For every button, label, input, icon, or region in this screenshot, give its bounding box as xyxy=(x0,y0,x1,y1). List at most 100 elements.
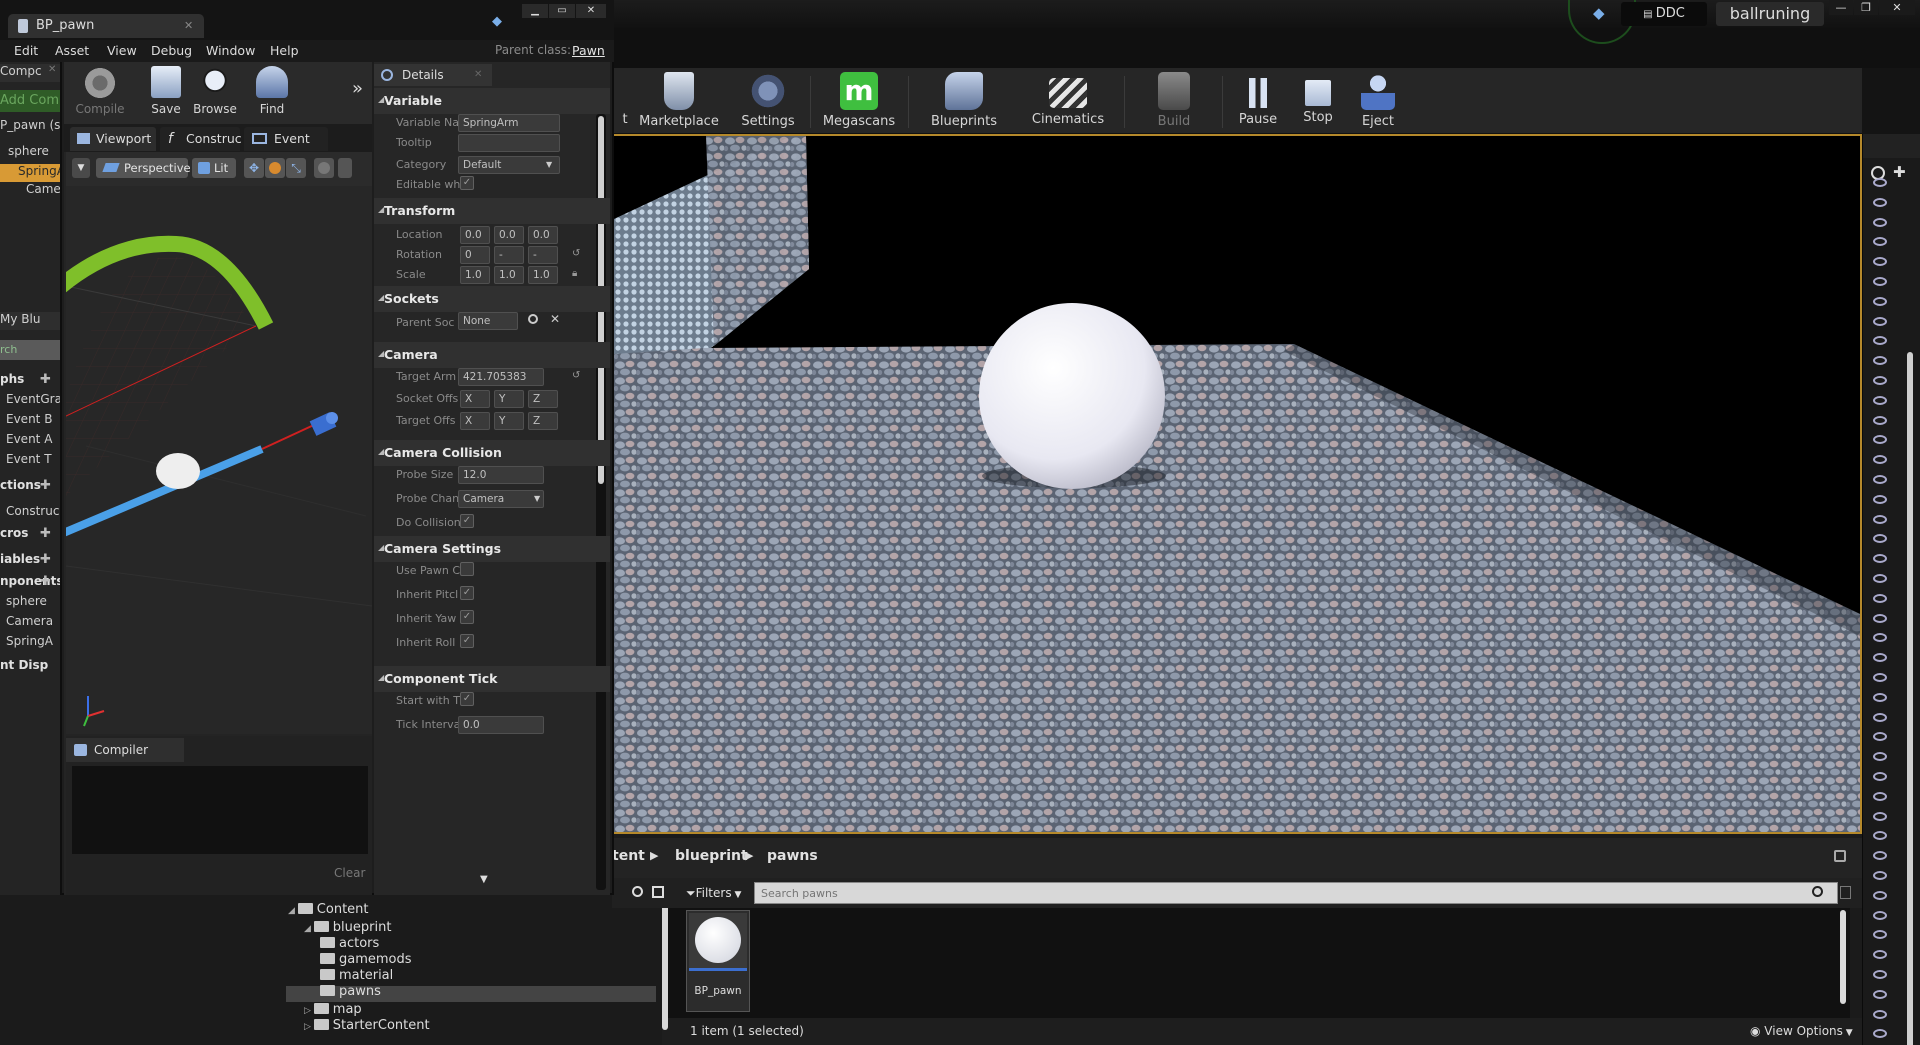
lock-icon[interactable] xyxy=(1834,850,1846,862)
eye-icon[interactable] xyxy=(1873,475,1887,484)
bp-window-close[interactable]: ✕ xyxy=(576,4,606,18)
menu-help[interactable]: Help xyxy=(270,43,299,58)
eye-icon[interactable] xyxy=(1873,1029,1887,1039)
browse-button[interactable]: Browse xyxy=(192,66,238,128)
toolbar-blueprints-button[interactable]: Blueprints xyxy=(914,72,1014,134)
eye-icon[interactable] xyxy=(1873,356,1887,366)
add-icon[interactable]: ✚ xyxy=(40,372,51,387)
eye-icon[interactable] xyxy=(1873,613,1887,623)
eye-icon[interactable] xyxy=(1873,930,1887,940)
checkbox-editable[interactable]: ✓ xyxy=(460,176,474,190)
view-options-button[interactable]: ◉ View Options ▼ xyxy=(1750,1024,1853,1038)
menu-asset[interactable]: Asset xyxy=(55,43,89,58)
collapse-arrow-icon[interactable]: ◢ xyxy=(378,447,384,456)
maximize-button[interactable]: ❐ xyxy=(1854,0,1878,15)
details-section-camera-collision[interactable]: Camera Collision xyxy=(374,440,610,466)
property-value-socket-offset-2[interactable]: Z xyxy=(528,390,558,408)
property-value-tick-interval[interactable]: 0.0 xyxy=(458,716,544,734)
property-value-target-arm-length[interactable]: 421.705383 xyxy=(458,368,544,386)
eye-icon[interactable] xyxy=(1873,950,1887,960)
my-blueprint-row[interactable]: nponents xyxy=(0,574,60,592)
bp-preview-viewport[interactable] xyxy=(66,186,372,734)
my-blueprint-row[interactable]: iables xyxy=(0,552,60,570)
details-section-transform[interactable]: Transform xyxy=(374,198,610,224)
eye-icon[interactable] xyxy=(1873,910,1887,920)
add-icon[interactable]: ✚ xyxy=(40,526,51,541)
clear-icon[interactable]: ✕ xyxy=(550,312,560,326)
property-value-location-2[interactable]: 0.0 xyxy=(528,226,558,244)
path-segment-blueprint[interactable]: blueprint xyxy=(675,848,748,864)
add-component-button[interactable]: Add Comp xyxy=(0,90,60,112)
compiler-results-tab[interactable]: Compiler Results xyxy=(66,738,184,781)
eye-icon[interactable] xyxy=(1873,1009,1887,1019)
minimize-button[interactable]: — xyxy=(1829,0,1853,15)
graduation-cap-icon[interactable]: ◆ xyxy=(492,14,508,29)
chevron-down-icon[interactable]: ▼ xyxy=(546,160,552,169)
collapse-arrow-icon[interactable]: ◢ xyxy=(378,293,384,302)
component-root[interactable]: P_pawn (s xyxy=(0,118,60,136)
lit-button[interactable]: Lit xyxy=(192,158,236,178)
checkbox-start-with-tick[interactable]: ✓ xyxy=(460,692,474,706)
add-icon[interactable]: ✚ xyxy=(40,552,51,567)
add-icon[interactable]: ✚ xyxy=(40,478,51,493)
toolbar-cinematics-button[interactable]: Cinematics xyxy=(1016,72,1120,134)
asset-scrollbar[interactable] xyxy=(1840,910,1846,1004)
eye-icon[interactable] xyxy=(1873,831,1887,841)
tab-close-icon[interactable]: ✕ xyxy=(184,14,193,38)
eye-icon[interactable] xyxy=(1873,395,1887,405)
outliner-add-icon[interactable]: ✚ xyxy=(1893,164,1909,180)
rotate-tool-icon[interactable] xyxy=(265,158,285,178)
my-blueprint-row[interactable]: Construc xyxy=(6,504,60,522)
folder-startercontent[interactable]: ▷ StarterContent xyxy=(304,1018,430,1034)
folder-material[interactable]: material xyxy=(320,968,393,984)
search-icon[interactable] xyxy=(1812,886,1823,897)
toolbar-eject-button[interactable]: Eject xyxy=(1348,72,1408,134)
my-blueprint-row[interactable]: Camera xyxy=(6,614,60,632)
find-button[interactable]: Find xyxy=(244,66,300,128)
eye-icon[interactable] xyxy=(1873,435,1887,445)
surface-snap-icon[interactable] xyxy=(314,158,334,178)
folder-tree-scrollbar[interactable] xyxy=(662,900,668,1030)
toolbar-build-button[interactable]: Build xyxy=(1130,72,1218,134)
property-value-scale-0[interactable]: 1.0 xyxy=(460,266,490,284)
eye-icon[interactable] xyxy=(1873,554,1887,564)
reset-icon[interactable]: ↺ xyxy=(572,370,580,381)
my-blueprint-row[interactable]: EventGra xyxy=(6,392,60,410)
asset-tile-bp-pawn[interactable]: BP_pawn xyxy=(686,910,750,1012)
menu-debug[interactable]: Debug xyxy=(151,43,192,58)
perspective-button[interactable]: Perspective xyxy=(96,158,191,178)
eye-icon[interactable] xyxy=(1873,890,1887,900)
folder-pawns[interactable]: pawns xyxy=(320,984,381,1000)
clear-button[interactable]: Clear xyxy=(334,866,365,880)
eye-icon[interactable] xyxy=(1873,811,1887,821)
eye-icon[interactable] xyxy=(1873,791,1887,801)
eye-icon[interactable] xyxy=(1873,851,1887,861)
property-value-socket-offset-0[interactable]: X xyxy=(460,390,490,408)
camera-speed-icon[interactable] xyxy=(338,158,352,178)
details-section-camera-settings[interactable]: Camera Settings xyxy=(374,536,610,562)
path-segment-pawns[interactable]: pawns xyxy=(767,848,818,864)
toolbar-pause-button[interactable]: Pause xyxy=(1228,72,1288,134)
my-blueprint-row[interactable]: nt Disp xyxy=(0,658,60,676)
level-viewport[interactable] xyxy=(612,134,1862,834)
eye-icon[interactable] xyxy=(1873,336,1887,346)
scale-tool-icon[interactable]: ⤡ xyxy=(286,158,306,178)
eye-icon[interactable] xyxy=(1873,772,1887,781)
details-section-sockets[interactable]: Sockets xyxy=(374,286,610,312)
eye-icon[interactable] xyxy=(1873,871,1887,880)
property-value-location-1[interactable]: 0.0 xyxy=(494,226,524,244)
menu-edit[interactable]: Edit xyxy=(14,43,38,58)
save-button[interactable]: Save xyxy=(144,66,188,128)
expand-arrow-icon[interactable]: ▷ xyxy=(304,1022,314,1032)
eye-icon[interactable] xyxy=(1873,692,1887,702)
my-blueprint-row[interactable]: Event T xyxy=(6,452,60,470)
bp-document-tab[interactable]: BP_pawn ✕ xyxy=(8,14,204,38)
checkbox-camera-setting-0[interactable] xyxy=(460,562,474,576)
property-value-probe-size[interactable]: 12.0 xyxy=(458,466,544,484)
toolbar-overflow-icon[interactable]: » xyxy=(352,78,363,99)
expand-arrow-icon[interactable]: ◢ xyxy=(304,924,314,934)
folder-content[interactable]: ◢ Content xyxy=(288,902,369,918)
details-section-camera[interactable]: Camera xyxy=(374,342,610,368)
my-blueprint-row[interactable]: Event B xyxy=(6,412,60,430)
close-button[interactable]: ✕ xyxy=(1879,0,1915,15)
